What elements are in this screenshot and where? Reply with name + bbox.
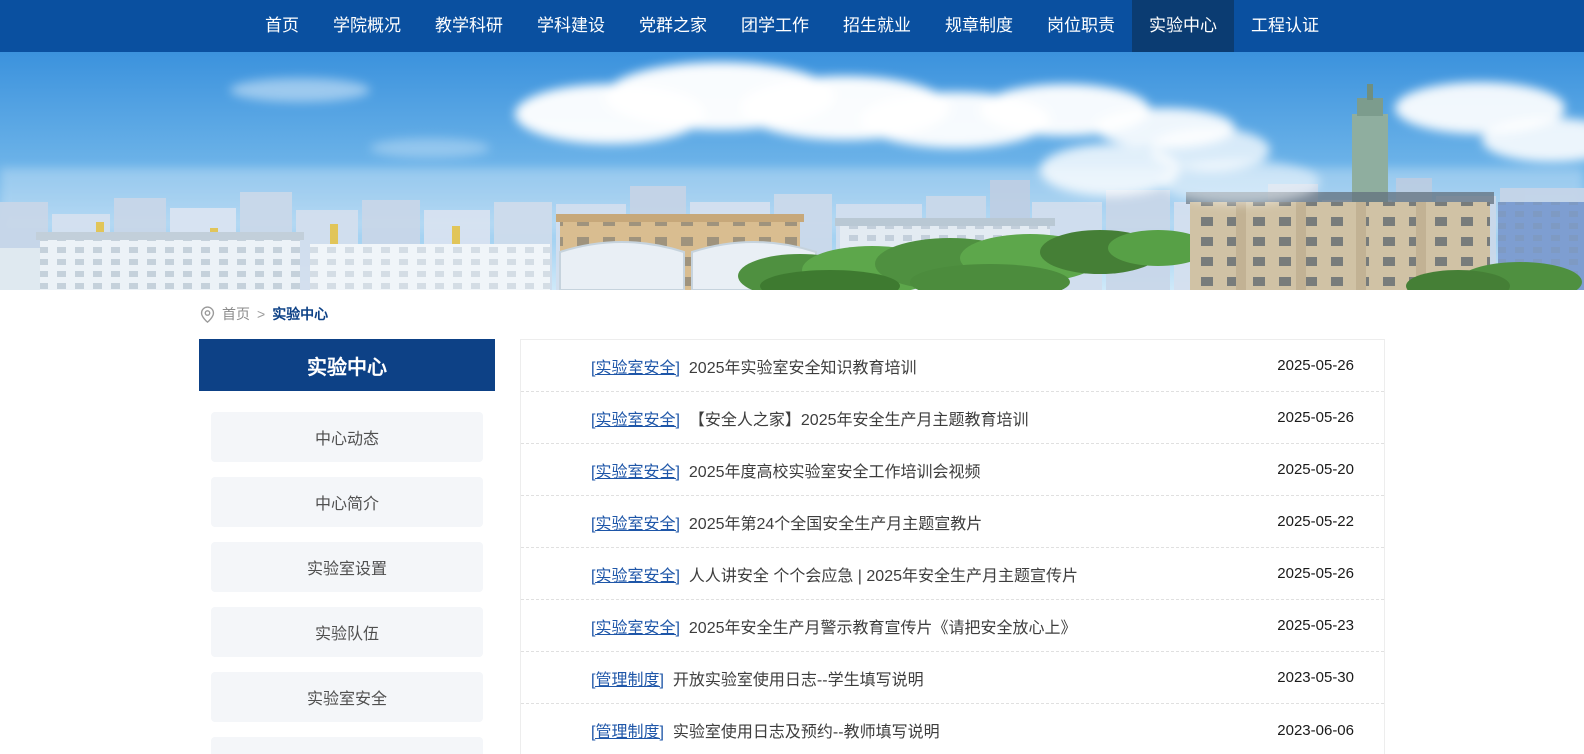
sidebar-title[interactable]: 实验中心 bbox=[199, 339, 495, 391]
article-category-link[interactable]: [实验室安全] bbox=[591, 510, 680, 534]
nav-item-10[interactable]: 实验中心 bbox=[1132, 0, 1234, 52]
breadcrumb: 首页 > 实验中心 bbox=[199, 303, 1385, 325]
article-list: [实验室安全]2025年实验室安全知识教育培训2025-05-26[实验室安全]… bbox=[520, 339, 1385, 754]
sidebar-items-container: 中心动态中心简介实验室设置实验队伍实验室安全管理制度 bbox=[199, 412, 495, 754]
article-row: [实验室安全] 【安全人之家】2025年安全生产月主题教育培训 2025-05-26 bbox=[521, 392, 1384, 444]
sidebar-item-1[interactable]: 中心动态 bbox=[211, 412, 483, 462]
article-date: 2025-05-26 bbox=[1277, 565, 1354, 582]
article-category-link[interactable]: [实验室安全] bbox=[591, 354, 680, 378]
article-row: [实验室安全] 2025年第24个全国安全生产月主题宣教片 2025-05-22 bbox=[521, 496, 1384, 548]
breadcrumb-current: 实验中心 bbox=[272, 304, 328, 324]
article-row: [实验室安全] 2025年安全生产月警示教育宣传片《请把安全放心上》 2025-05… bbox=[521, 600, 1384, 652]
location-pin-icon bbox=[199, 306, 216, 323]
article-category-link[interactable]: [管理制度] bbox=[591, 666, 664, 690]
nav-item-8[interactable]: 规章制度 bbox=[928, 0, 1030, 52]
article-date: 2023-05-30 bbox=[1277, 669, 1354, 686]
sidebar-item-3[interactable]: 实验室设置 bbox=[211, 542, 483, 592]
article-row: [管理制度] 开放实验室使用日志--学生填写说明 2023-05-30 bbox=[521, 652, 1384, 704]
article-title-link[interactable]: 2025年实验室安全知识教育培训 bbox=[689, 354, 1257, 378]
article-category-link[interactable]: [实验室安全] bbox=[591, 614, 680, 638]
nav-item-11[interactable]: 工程认证 bbox=[1234, 0, 1336, 52]
article-category-link[interactable]: [实验室安全] bbox=[591, 458, 680, 482]
article-category-link[interactable]: [管理制度] bbox=[591, 718, 664, 742]
nav-item-6[interactable]: 团学工作 bbox=[724, 0, 826, 52]
article-row: [实验室安全] 2025年度高校实验室安全工作培训会视频 2025-05-20 bbox=[521, 444, 1384, 496]
nav-items-container: 首页学院概况教学科研学科建设党群之家团学工作招生就业规章制度岗位职责实验中心工程… bbox=[248, 0, 1336, 52]
breadcrumb-home-link[interactable]: 首页 bbox=[222, 304, 250, 324]
article-title-link[interactable]: 2025年度高校实验室安全工作培训会视频 bbox=[689, 458, 1257, 482]
nav-item-1[interactable]: 首页 bbox=[248, 0, 316, 52]
top-navigation: 首页学院概况教学科研学科建设党群之家团学工作招生就业规章制度岗位职责实验中心工程… bbox=[0, 0, 1584, 52]
article-date: 2025-05-20 bbox=[1277, 461, 1354, 478]
campus-banner-image bbox=[0, 52, 1584, 290]
article-date: 2025-05-23 bbox=[1277, 617, 1354, 634]
article-category-link[interactable]: [实验室安全] bbox=[591, 562, 680, 586]
article-title-link[interactable]: 开放实验室使用日志--学生填写说明 bbox=[673, 666, 1257, 690]
sidebar-item-5[interactable]: 实验室安全 bbox=[211, 672, 483, 722]
article-title-link[interactable]: 2025年第24个全国安全生产月主题宣教片 bbox=[689, 510, 1257, 534]
article-title-link[interactable]: 人人讲安全 个个会应急 | 2025年安全生产月主题宣传片 bbox=[689, 562, 1257, 586]
nav-item-3[interactable]: 教学科研 bbox=[418, 0, 520, 52]
article-title-link[interactable]: 2025年安全生产月警示教育宣传片《请把安全放心上》 bbox=[689, 614, 1257, 638]
banner-illustration bbox=[0, 52, 1584, 290]
article-date: 2025-05-22 bbox=[1277, 513, 1354, 530]
page-content: 实验中心 中心动态中心简介实验室设置实验队伍实验室安全管理制度 [实验室安全] 2… bbox=[199, 339, 1385, 754]
article-date: 2025-05-26 bbox=[1277, 357, 1354, 374]
sidebar-item-4[interactable]: 实验队伍 bbox=[211, 607, 483, 657]
sidebar: 实验中心 中心动态中心简介实验室设置实验队伍实验室安全管理制度 bbox=[199, 339, 495, 754]
nav-item-2[interactable]: 学院概况 bbox=[316, 0, 418, 52]
article-category-link[interactable]: [实验室安全] bbox=[591, 406, 680, 430]
nav-item-7[interactable]: 招生就业 bbox=[826, 0, 928, 52]
nav-item-9[interactable]: 岗位职责 bbox=[1030, 0, 1132, 52]
article-date: 2023-06-06 bbox=[1277, 722, 1354, 739]
article-title-link[interactable]: 【安全人之家】2025年安全生产月主题教育培训 bbox=[689, 406, 1257, 430]
article-date: 2025-05-26 bbox=[1277, 409, 1354, 426]
nav-item-4[interactable]: 学科建设 bbox=[520, 0, 622, 52]
sidebar-item-6[interactable]: 管理制度 bbox=[211, 737, 483, 754]
article-row: [实验室安全] 人人讲安全 个个会应急 | 2025年安全生产月主题宣传片 2025… bbox=[521, 548, 1384, 600]
nav-item-5[interactable]: 党群之家 bbox=[622, 0, 724, 52]
article-row: [实验室安全] 2025年实验室安全知识教育培训 2025-05-26 bbox=[521, 340, 1384, 392]
article-row: [管理制度] 实验室使用日志及预约--教师填写说明 2023-06-06 bbox=[521, 704, 1384, 754]
article-title-link[interactable]: 实验室使用日志及预约--教师填写说明 bbox=[673, 718, 1257, 742]
sidebar-item-2[interactable]: 中心简介 bbox=[211, 477, 483, 527]
breadcrumb-separator: > bbox=[257, 306, 265, 322]
